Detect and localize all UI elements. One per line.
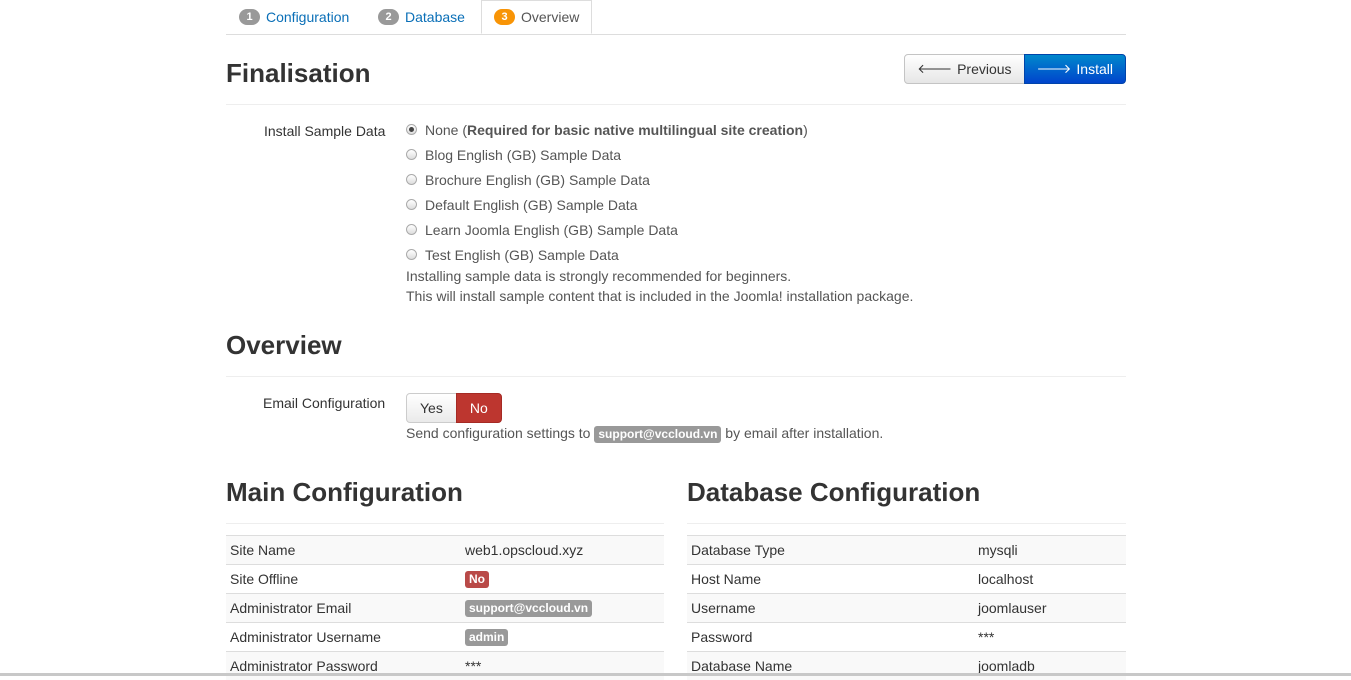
status-badge: No xyxy=(465,571,489,588)
radio-button[interactable] xyxy=(406,149,417,160)
tab-label: Overview xyxy=(521,9,579,25)
row-value: joomlauser xyxy=(974,594,1126,623)
option-label: None (Required for basic native multilin… xyxy=(425,122,808,138)
install-label: Install xyxy=(1076,61,1113,77)
divider xyxy=(687,523,1126,524)
option-label: Learn Joomla English (GB) Sample Data xyxy=(425,222,678,238)
row-label: Username xyxy=(687,594,974,623)
installer-container: 1 Configuration 2 Database 3 Overview Fi… xyxy=(226,0,1126,35)
previous-button[interactable]: 🡐 Previous xyxy=(904,54,1024,84)
row-value: localhost xyxy=(974,565,1126,594)
step-tabs: 1 Configuration 2 Database 3 Overview xyxy=(226,0,1126,35)
option-label: Blog English (GB) Sample Data xyxy=(425,147,621,163)
main-config-table: Site Name web1.opscloud.xyz Site Offline… xyxy=(226,535,664,680)
yes-button[interactable]: Yes xyxy=(406,393,457,423)
nav-buttons: 🡐 Previous 🡒 Install xyxy=(904,54,1126,84)
send-suffix: by email after installation. xyxy=(725,425,883,441)
step-number: 1 xyxy=(239,9,260,25)
email-badge: support@vccloud.vn xyxy=(465,600,592,617)
divider xyxy=(226,523,664,524)
row-label: Administrator Email xyxy=(226,594,461,623)
row-value: web1.opscloud.xyz xyxy=(461,536,664,565)
row-value: No xyxy=(461,565,664,594)
option-label: Default English (GB) Sample Data xyxy=(425,197,637,213)
main-config-heading: Main Configuration xyxy=(226,477,463,508)
radio-option-learn[interactable]: Learn Joomla English (GB) Sample Data xyxy=(406,217,808,242)
radio-option-test[interactable]: Test English (GB) Sample Data xyxy=(406,242,808,267)
row-label: Database Type xyxy=(687,536,974,565)
divider xyxy=(226,376,1126,377)
radio-option-blog[interactable]: Blog English (GB) Sample Data xyxy=(406,142,808,167)
row-label: Site Name xyxy=(226,536,461,565)
radio-button[interactable] xyxy=(406,249,417,260)
email-config-label: Email Configuration xyxy=(263,395,385,411)
arrow-right-icon: 🡒 xyxy=(1037,61,1072,77)
table-row: Site Offline No xyxy=(226,565,664,594)
tab-database[interactable]: 2 Database xyxy=(378,0,465,33)
table-row: Password *** xyxy=(687,623,1126,652)
email-config-help: Send configuration settings to support@v… xyxy=(406,423,883,443)
no-button[interactable]: No xyxy=(456,393,502,423)
sample-data-options: None (Required for basic native multilin… xyxy=(406,117,808,267)
previous-label: Previous xyxy=(957,61,1011,77)
option-label: Brochure English (GB) Sample Data xyxy=(425,172,650,188)
db-config-table: Database Type mysqli Host Name localhost… xyxy=(687,535,1126,680)
row-value: support@vccloud.vn xyxy=(461,594,664,623)
db-config-heading: Database Configuration xyxy=(687,477,980,508)
radio-button[interactable] xyxy=(406,224,417,235)
divider xyxy=(226,104,1126,105)
username-badge: admin xyxy=(465,629,508,646)
help-line: Installing sample data is strongly recom… xyxy=(406,266,913,286)
table-row: Administrator Email support@vccloud.vn xyxy=(226,594,664,623)
radio-button[interactable] xyxy=(406,174,417,185)
row-value: *** xyxy=(974,623,1126,652)
email-badge: support@vccloud.vn xyxy=(594,426,721,443)
row-label: Administrator Username xyxy=(226,623,461,652)
radio-option-default[interactable]: Default English (GB) Sample Data xyxy=(406,192,808,217)
tab-configuration[interactable]: 1 Configuration xyxy=(239,0,349,33)
table-row: Username joomlauser xyxy=(687,594,1126,623)
overview-heading: Overview xyxy=(226,330,342,361)
radio-button[interactable] xyxy=(406,199,417,210)
radio-option-brochure[interactable]: Brochure English (GB) Sample Data xyxy=(406,167,808,192)
step-number: 2 xyxy=(378,9,399,25)
row-value: admin xyxy=(461,623,664,652)
finalisation-heading: Finalisation xyxy=(226,58,370,89)
table-row: Database Type mysqli xyxy=(687,536,1126,565)
sample-data-help: Installing sample data is strongly recom… xyxy=(406,266,913,306)
row-label: Password xyxy=(687,623,974,652)
option-label: Test English (GB) Sample Data xyxy=(425,247,619,263)
radio-button[interactable] xyxy=(406,124,417,135)
install-button[interactable]: 🡒 Install xyxy=(1024,54,1126,84)
send-prefix: Send configuration settings to xyxy=(406,425,590,441)
step-number: 3 xyxy=(494,9,515,25)
table-row: Site Name web1.opscloud.xyz xyxy=(226,536,664,565)
email-config-toggle: Yes No xyxy=(406,393,502,423)
table-row: Administrator Username admin xyxy=(226,623,664,652)
row-value: mysqli xyxy=(974,536,1126,565)
row-label: Host Name xyxy=(687,565,974,594)
row-label: Site Offline xyxy=(226,565,461,594)
tab-label: Configuration xyxy=(266,9,349,25)
sample-data-label: Install Sample Data xyxy=(264,123,385,139)
radio-option-none[interactable]: None (Required for basic native multilin… xyxy=(406,117,808,142)
table-row: Host Name localhost xyxy=(687,565,1126,594)
tab-overview[interactable]: 3 Overview xyxy=(481,0,592,34)
tab-label: Database xyxy=(405,9,465,25)
arrow-left-icon: 🡐 xyxy=(917,61,952,77)
help-line: This will install sample content that is… xyxy=(406,286,913,306)
